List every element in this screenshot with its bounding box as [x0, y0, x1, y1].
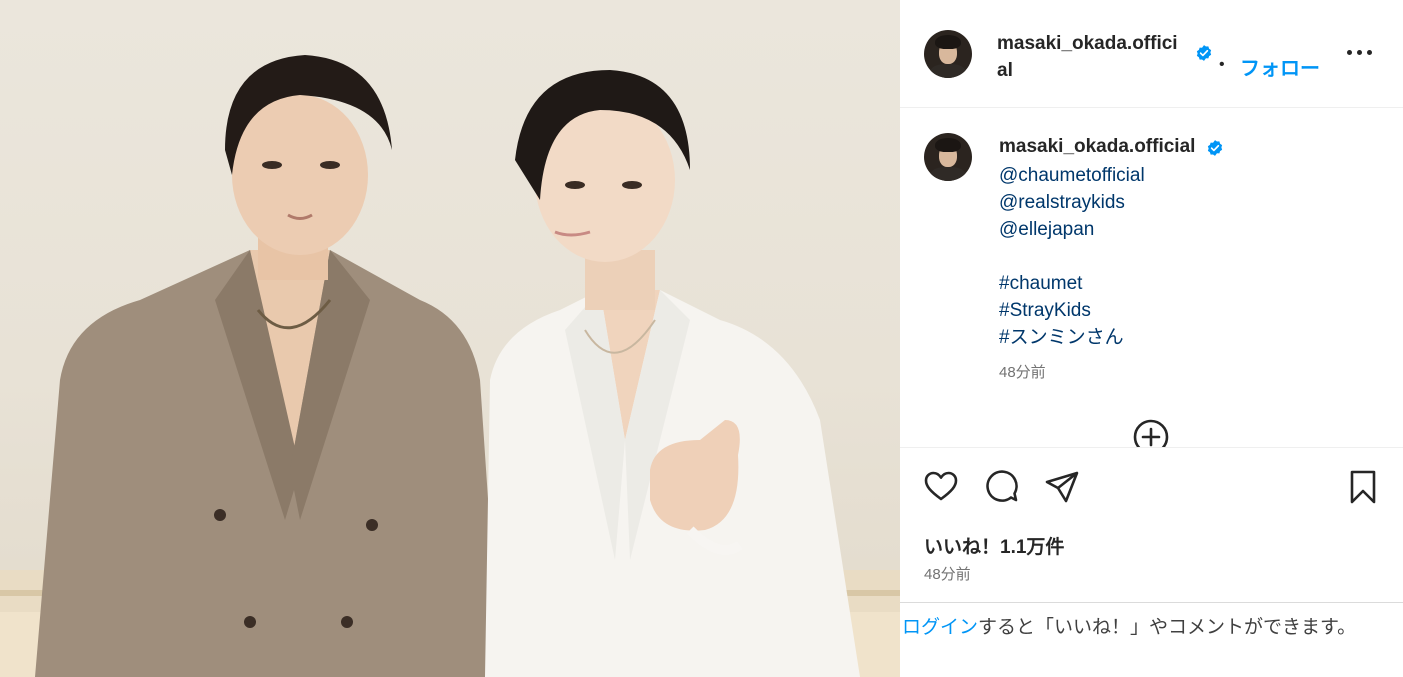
avatar[interactable]	[924, 30, 972, 78]
action-bar	[900, 447, 1403, 527]
bookmark-icon[interactable]	[1344, 468, 1382, 506]
post-photo-illustration	[0, 55, 900, 677]
more-options-icon[interactable]	[1346, 40, 1374, 64]
send-icon[interactable]	[1043, 468, 1081, 506]
caption-hashtag[interactable]: #chaumet	[999, 270, 1145, 297]
caption-hashtag[interactable]: #StrayKids	[999, 297, 1145, 324]
caption-mention[interactable]: @ellejapan	[999, 216, 1145, 243]
post-side-panel: masaki_okada.official • フォロー masaki_okad…	[900, 0, 1403, 677]
follow-button[interactable]: フォロー	[1240, 52, 1320, 81]
plus-circle-icon[interactable]	[1132, 418, 1170, 447]
person-left	[35, 55, 500, 677]
caption-avatar[interactable]	[924, 133, 972, 181]
caption-text: @chaumetofficial @realstraykids @ellejap…	[999, 162, 1145, 351]
verified-badge-icon	[1196, 45, 1212, 61]
caption-timestamp: 48分前	[999, 364, 1046, 381]
caption-area: masaki_okada.official @chaumetofficial @…	[900, 109, 1403, 447]
header-separator: •	[1219, 56, 1225, 73]
person-right	[485, 70, 860, 677]
post-header: masaki_okada.official • フォロー	[900, 0, 1403, 108]
login-prompt-rest: すると「いいね！」やコメントができます。	[978, 617, 1357, 638]
caption-mention[interactable]: @chaumetofficial	[999, 162, 1145, 189]
post-timestamp: 48分前	[924, 566, 971, 583]
caption-username[interactable]: masaki_okada.official	[999, 136, 1195, 158]
caption-mention[interactable]: @realstraykids	[999, 189, 1145, 216]
verified-badge-icon	[1207, 140, 1223, 156]
caption-hashtag[interactable]: #スンミンさん	[999, 324, 1145, 351]
heart-icon[interactable]	[922, 468, 960, 506]
comment-icon[interactable]	[983, 468, 1021, 506]
author-username[interactable]: masaki_okada.official	[997, 30, 1187, 84]
likes-count[interactable]: いいね！1.1万件	[924, 532, 1064, 559]
login-prompt-text: ログインすると「いいね！」やコメントができます。	[902, 613, 1399, 642]
login-prompt: ログインすると「いいね！」やコメントができます。	[900, 602, 1403, 677]
login-link[interactable]: ログイン	[902, 617, 978, 638]
post-photo[interactable]	[0, 0, 900, 677]
